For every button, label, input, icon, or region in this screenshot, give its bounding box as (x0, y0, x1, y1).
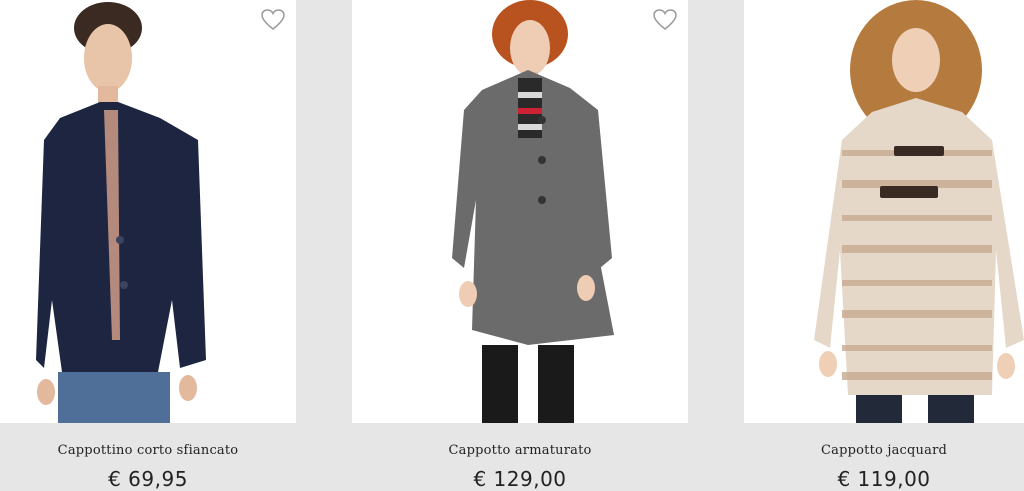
product-card[interactable]: Cappottino corto sfiancato € 69,95 (0, 0, 296, 491)
product-name[interactable]: Cappotto jacquard (744, 443, 1024, 458)
product-image[interactable] (352, 0, 688, 423)
wishlist-button[interactable] (260, 8, 286, 32)
heart-outline-icon (261, 9, 285, 30)
product-image[interactable] (744, 0, 1024, 423)
wishlist-button[interactable] (652, 8, 678, 32)
product-caption: Cappotto jacquard € 119,00 (744, 423, 1024, 491)
product-price: € 129,00 (473, 467, 567, 491)
product-card[interactable]: Cappotto armaturato € 129,00 (352, 0, 688, 491)
product-card[interactable]: Cappotto jacquard € 119,00 (744, 0, 1024, 491)
product-price: € 119,00 (837, 467, 931, 491)
product-caption: Cappotto armaturato € 129,00 (352, 423, 688, 491)
product-image[interactable] (0, 0, 296, 423)
product-name[interactable]: Cappottino corto sfiancato (0, 443, 296, 458)
product-name[interactable]: Cappotto armaturato (352, 443, 688, 458)
product-price: € 69,95 (108, 467, 188, 491)
heart-outline-icon (653, 9, 677, 30)
product-caption: Cappottino corto sfiancato € 69,95 (0, 423, 296, 491)
